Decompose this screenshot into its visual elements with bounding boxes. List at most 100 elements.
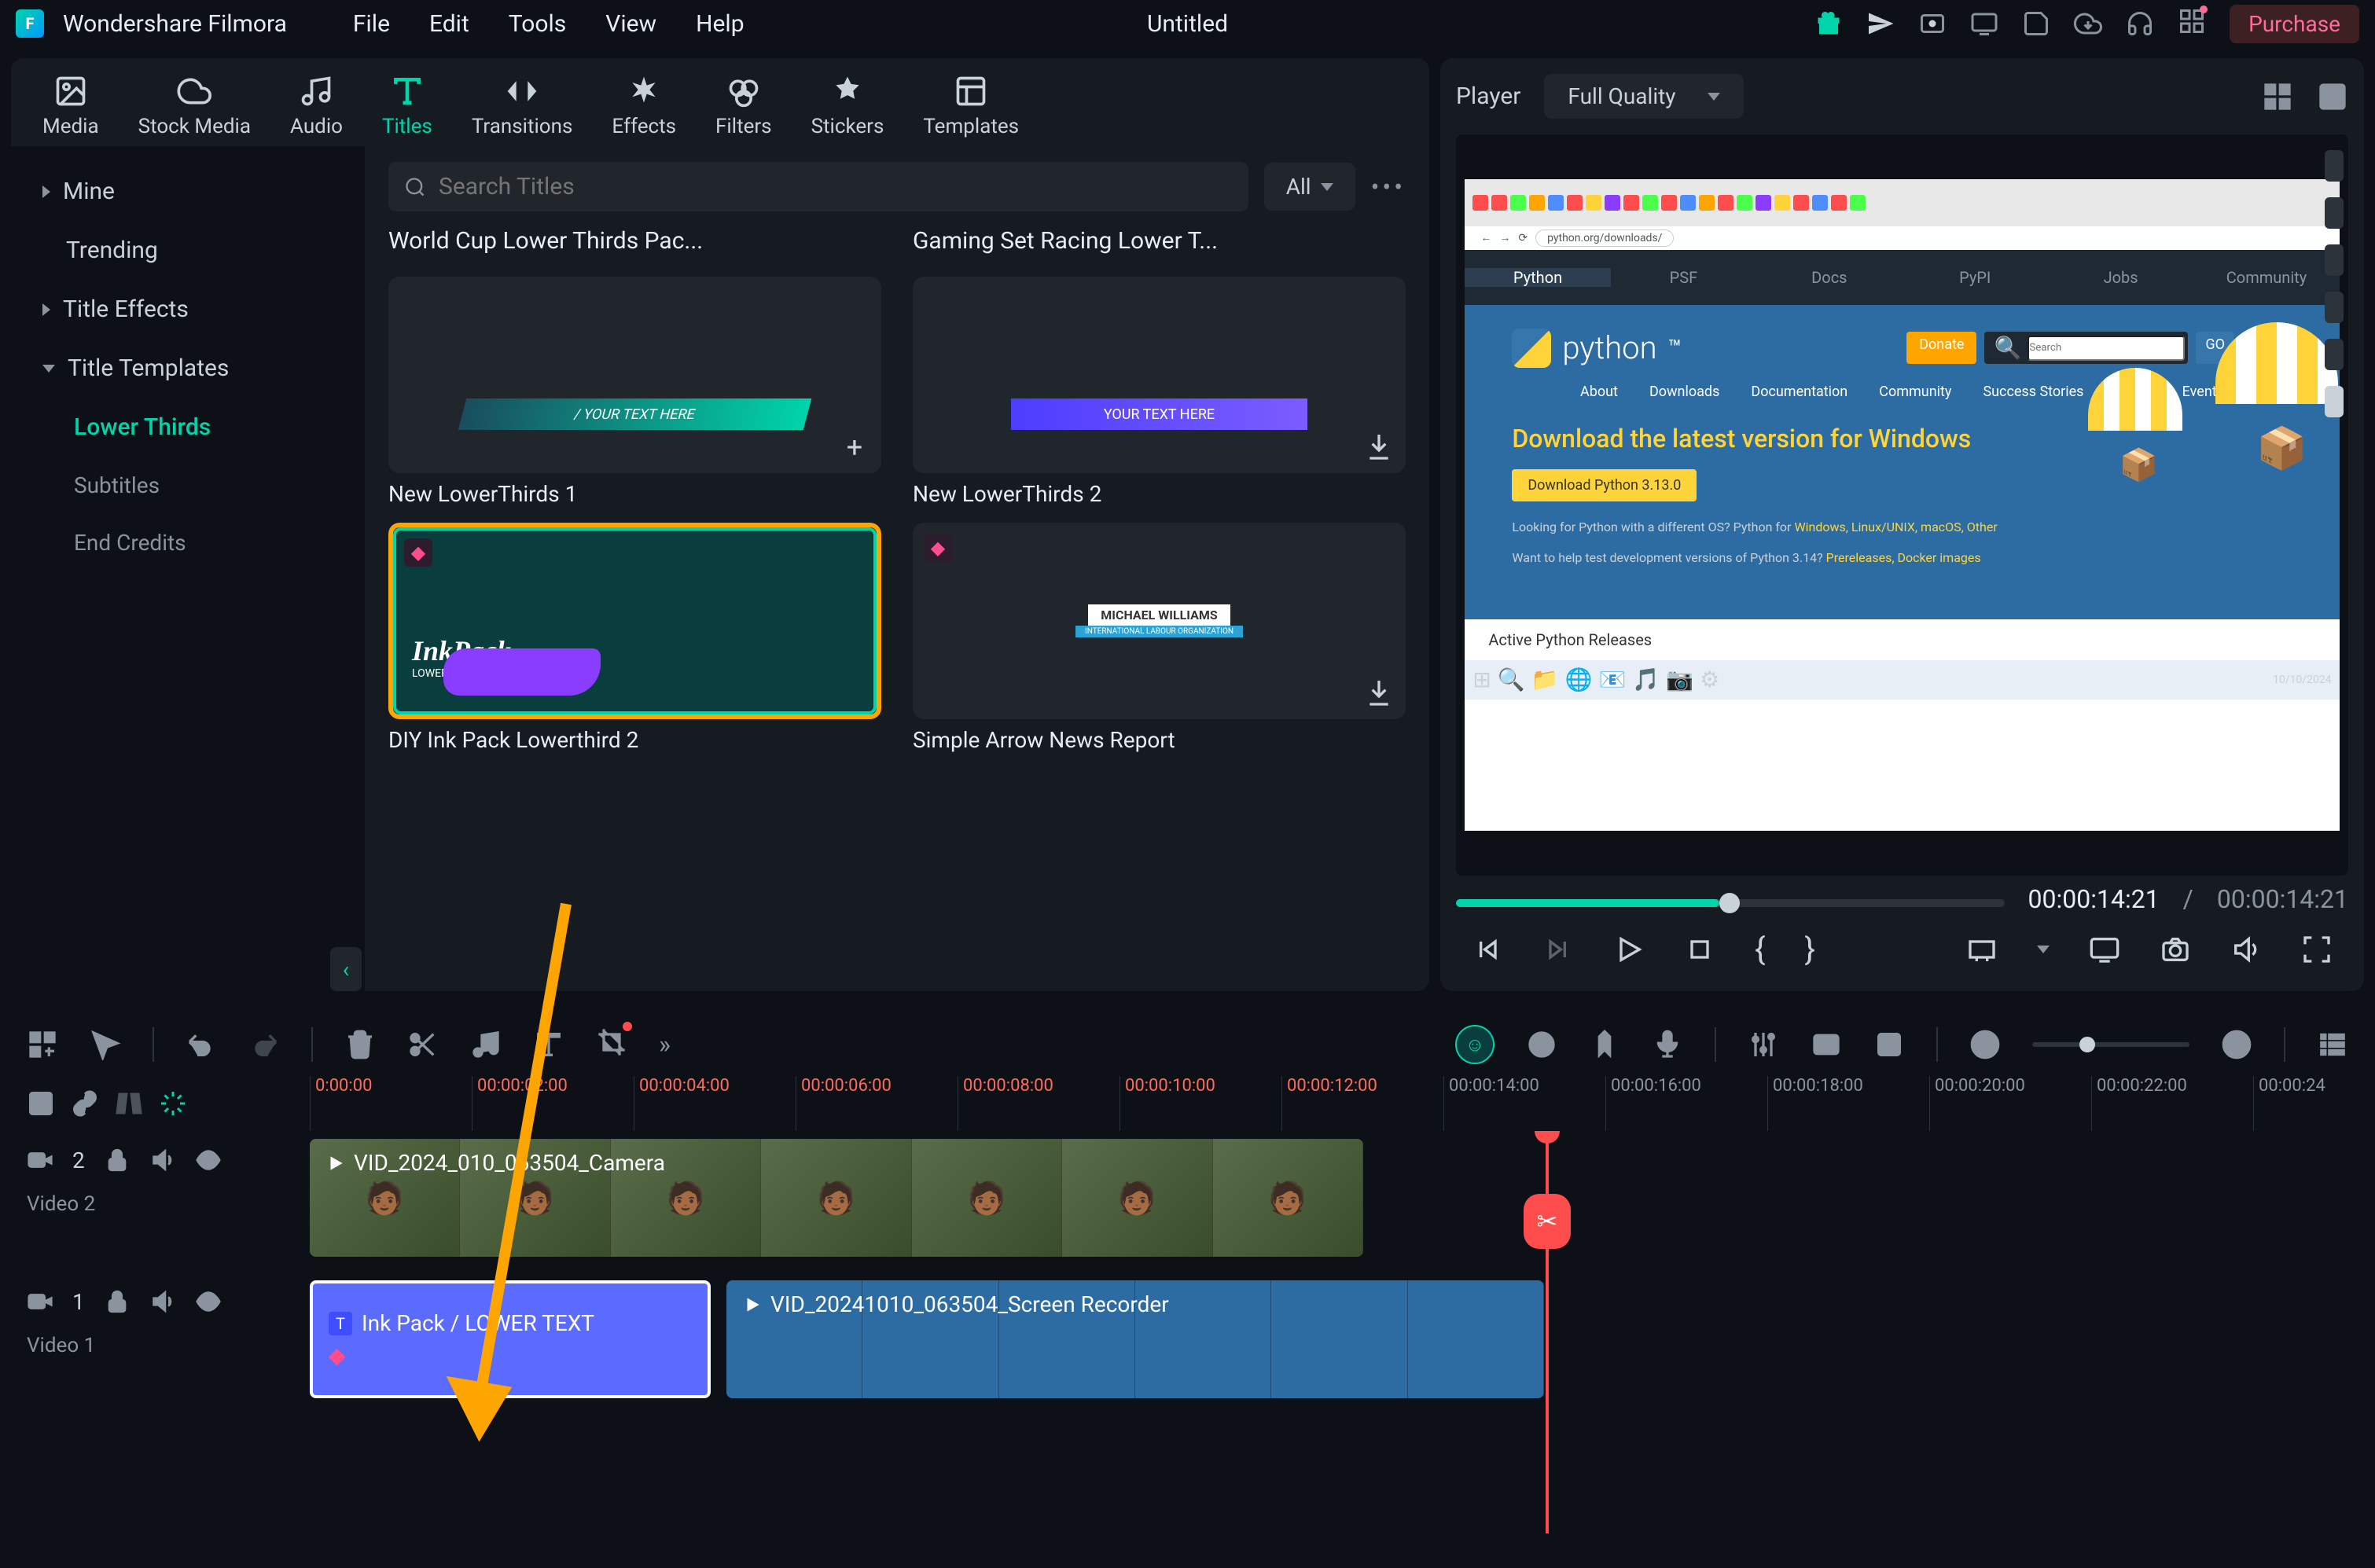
adjust-icon[interactable] [115, 1089, 143, 1118]
pack-worldcup[interactable]: World Cup Lower Thirds Pac... [388, 227, 881, 255]
cursor-tool-icon[interactable] [90, 1029, 121, 1060]
auto-snap-icon[interactable] [159, 1089, 187, 1118]
menu-file[interactable]: File [353, 10, 390, 38]
mark-in-icon[interactable]: { [1755, 931, 1766, 968]
select-tool-icon[interactable] [27, 1029, 58, 1060]
mute-icon[interactable] [149, 1147, 176, 1173]
add-icon[interactable]: + [839, 431, 870, 462]
menu-view[interactable]: View [605, 10, 656, 38]
audio-tool-icon[interactable] [470, 1029, 502, 1060]
tab-templates[interactable]: Templates [923, 74, 1019, 138]
text-tool-icon[interactable] [533, 1029, 564, 1060]
mute-icon[interactable] [149, 1288, 176, 1315]
save-icon[interactable] [2022, 9, 2050, 38]
mixer-icon[interactable] [1748, 1029, 1779, 1060]
pack-gaming[interactable]: Gaming Set Racing Lower T... [913, 227, 1406, 255]
ai-button[interactable]: ☺ [1455, 1025, 1494, 1064]
quality-select[interactable]: Full Quality [1544, 74, 1743, 119]
search-box[interactable] [388, 162, 1248, 211]
sidebar-title-effects[interactable]: Title Effects [11, 280, 365, 339]
chevron-down-icon[interactable] [2037, 946, 2050, 953]
grid-view-icon[interactable] [2262, 81, 2293, 112]
next-frame-icon[interactable] [1542, 934, 1574, 965]
more-tools-icon[interactable]: » [659, 1030, 671, 1059]
track-type-icon[interactable] [27, 1288, 53, 1315]
crop-icon[interactable] [596, 1026, 627, 1058]
tab-effects[interactable]: Effects [612, 74, 676, 138]
zoom-in-icon[interactable] [2221, 1029, 2252, 1060]
track-v2[interactable]: 🧑🏾🧑🏾🧑🏾🧑🏾🧑🏾🧑🏾🧑🏾 VID_2024_010_063504_Camer… [310, 1131, 2364, 1272]
add-track-icon[interactable] [27, 1089, 55, 1118]
recorder-icon[interactable] [1918, 9, 1947, 38]
sidebar-lower-thirds[interactable]: Lower Thirds [11, 398, 365, 457]
tab-transitions[interactable]: Transitions [472, 74, 573, 138]
support-icon[interactable] [2126, 9, 2154, 38]
sidebar-mine[interactable]: Mine [11, 162, 365, 221]
apps-icon-wrap[interactable] [2178, 7, 2206, 41]
title-card-arrow-news[interactable]: MICHAEL WILLIAMS INTERNATIONAL LABOUR OR… [913, 523, 1406, 753]
track-type-icon[interactable] [27, 1147, 53, 1173]
filter-select[interactable]: All [1264, 163, 1355, 211]
sidebar-title-templates[interactable]: Title Templates [11, 339, 365, 398]
snapshot-icon[interactable] [2160, 934, 2191, 965]
lock-icon[interactable] [104, 1288, 131, 1315]
ratio-icon[interactable] [1966, 934, 1998, 965]
display-icon[interactable] [2089, 934, 2120, 965]
sidebar-trending[interactable]: Trending [11, 221, 365, 280]
sidebar-collapse[interactable]: ‹ [330, 947, 362, 991]
prev-frame-icon[interactable] [1472, 934, 1503, 965]
timeline-ruler[interactable]: 0:00:00 00:00:02:00 00:00:04:00 00:00:06… [310, 1076, 2364, 1131]
undo-icon[interactable] [186, 1029, 217, 1060]
send-icon[interactable] [1866, 9, 1895, 38]
fullscreen-icon[interactable] [2301, 934, 2333, 965]
clip-screen-recorder[interactable]: VID_20241010_063504_Screen Recorder [726, 1280, 1544, 1398]
title-card-nl2[interactable]: YOUR TEXT HERE New LowerThirds 2 [913, 277, 1406, 507]
preview-area[interactable]: ←→⟳python.org/downloads/ Python PSF Docs… [1456, 134, 2348, 876]
menu-edit[interactable]: Edit [429, 10, 469, 38]
gift-icon[interactable] [1814, 9, 1843, 38]
title-card-inkpack[interactable]: InkPack LOWER TEXT DIY Ink Pack Lowerthi… [388, 523, 881, 753]
menu-tools[interactable]: Tools [509, 10, 566, 38]
download-icon[interactable] [1363, 677, 1395, 708]
zoom-out-icon[interactable] [1969, 1029, 2001, 1060]
tab-stickers[interactable]: Stickers [811, 74, 884, 138]
sidebar-subtitles[interactable]: Subtitles [11, 457, 365, 514]
tracks[interactable]: ✂ 🧑🏾🧑🏾🧑🏾🧑🏾🧑🏾🧑🏾🧑🏾 VID_2024_010_063504_Cam… [310, 1131, 2364, 1533]
tab-media[interactable]: Media [42, 74, 99, 138]
list-view-icon[interactable] [2317, 1029, 2348, 1060]
tab-filters[interactable]: Filters [715, 74, 772, 138]
mark-out-icon[interactable]: } [1805, 931, 1816, 968]
link-icon[interactable] [71, 1089, 99, 1118]
stop-icon[interactable] [1684, 934, 1715, 965]
download-icon[interactable] [1363, 431, 1395, 462]
mic-icon[interactable] [1652, 1029, 1683, 1060]
volume-icon[interactable] [2230, 934, 2262, 965]
more-options[interactable]: ••• [1371, 172, 1406, 202]
visibility-icon[interactable] [195, 1147, 222, 1173]
clip-camera[interactable]: 🧑🏾🧑🏾🧑🏾🧑🏾🧑🏾🧑🏾🧑🏾 VID_2024_010_063504_Camer… [310, 1139, 1363, 1257]
play-icon[interactable] [1613, 934, 1645, 965]
sidebar-end-credits[interactable]: End Credits [11, 514, 365, 571]
tab-titles[interactable]: Titles [382, 74, 432, 138]
track-v1[interactable]: TInk Pack / LOWER TEXT ◆ VID_20241010_06… [310, 1272, 2364, 1414]
screen-icon[interactable] [1970, 9, 1998, 38]
marker-icon[interactable] [1589, 1029, 1620, 1060]
title-card-nl1[interactable]: / YOUR TEXT HERE+ New LowerThirds 1 [388, 277, 881, 507]
preview-scrubber[interactable] [1456, 899, 2005, 907]
tab-stock-media[interactable]: Stock Media [138, 74, 251, 138]
menu-help[interactable]: Help [696, 10, 744, 38]
zoom-slider[interactable] [2032, 1042, 2189, 1047]
zoom-handle[interactable] [2079, 1037, 2095, 1052]
cloud-icon[interactable] [2074, 9, 2102, 38]
search-input[interactable] [439, 173, 1233, 200]
magnetic-icon[interactable] [1811, 1029, 1842, 1060]
visibility-icon[interactable] [195, 1288, 222, 1315]
motion-icon[interactable] [1526, 1029, 1557, 1060]
purchase-button[interactable]: Purchase [2230, 5, 2359, 43]
split-icon[interactable] [407, 1029, 439, 1060]
delete-icon[interactable] [344, 1029, 376, 1060]
redo-icon[interactable] [248, 1029, 280, 1060]
scrubber-handle[interactable] [1719, 893, 1740, 913]
lock-icon[interactable] [104, 1147, 131, 1173]
scope-icon[interactable] [2317, 81, 2348, 112]
